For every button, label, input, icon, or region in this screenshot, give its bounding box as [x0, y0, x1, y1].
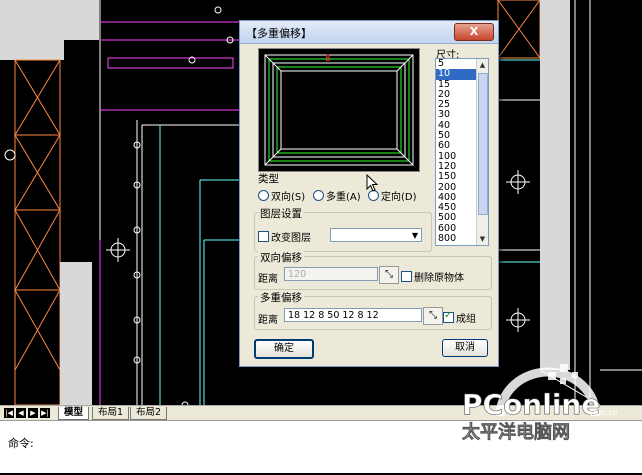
watermark-chinese: 太平洋电脑网 [462, 421, 570, 443]
preview-drawing: 8 [264, 54, 414, 166]
layer-group-label: 图层设置 [258, 206, 304, 221]
watermark-domain: .com.cn [586, 408, 618, 417]
tab-model[interactable]: 模型 [58, 407, 90, 420]
pick-distance-icon[interactable]: ⤡ [379, 266, 399, 284]
dialog-title: 【多重偏移】 [246, 27, 312, 40]
scroll-up-icon[interactable]: ▲ [477, 59, 488, 71]
size-list-scrollbar[interactable]: ▲ ▼ [476, 59, 488, 245]
delete-source-checkbox[interactable]: 删除原物体 [401, 269, 464, 284]
first-tab-icon[interactable]: |◀ [4, 408, 14, 418]
size-items: 5 10 15 20 25 30 40 50 60 100 120 150 200 400 450 500 60… [436, 59, 476, 244]
multi-offset-dialog: 【多重偏移】 X 8 尺寸: 5 10 15 20 25 30 40 50 60 100 120 15… [239, 20, 499, 367]
pick-multi-distance-icon[interactable]: ⤡ [423, 307, 443, 325]
change-layer-checkbox[interactable]: 改变图层 [258, 229, 311, 244]
prev-tab-icon[interactable]: ◀ [16, 408, 26, 418]
last-tab-icon[interactable]: ▶| [40, 408, 50, 418]
bidirectional-group-label: 双向偏移 [258, 250, 304, 265]
bidirectional-distance-label: 距离 [258, 274, 278, 285]
ok-button[interactable]: 确定 [254, 339, 314, 359]
radio-multiple[interactable]: 多重(A) [313, 188, 361, 203]
multi-group-label: 多重偏移 [258, 290, 304, 305]
group-checkbox[interactable]: 成组 [443, 310, 476, 325]
mouse-cursor-icon [366, 174, 378, 192]
scroll-thumb[interactable] [478, 73, 488, 215]
close-button[interactable]: X [454, 23, 494, 41]
pconline-logo: PConline .com.cn 太平洋电脑网 [462, 364, 618, 443]
size-item[interactable]: 800 [436, 233, 476, 244]
watermark-brand: PConline [462, 388, 600, 421]
multi-distance-label: 距离 [258, 315, 278, 326]
size-listbox[interactable]: 5 10 15 20 25 30 40 50 60 100 120 150 200 400 450 500 60… [435, 58, 489, 246]
cancel-button[interactable]: 取消 [442, 339, 488, 357]
pconline-watermark: PConline .com.cn 太平洋电脑网 [440, 358, 642, 472]
command-prompt: 命令: [8, 437, 34, 450]
dialog-titlebar[interactable]: 【多重偏移】 X [240, 21, 498, 44]
svg-text:8: 8 [325, 54, 331, 64]
radio-bidirectional[interactable]: 双向(S) [258, 188, 305, 203]
tab-layout1[interactable]: 布局1 [92, 407, 130, 420]
type-group-label: 类型 [258, 173, 279, 185]
multi-distance-input[interactable]: 18 12 8 50 12 8 12 [284, 308, 422, 322]
bidirectional-distance-input[interactable]: 120 [284, 267, 378, 281]
scroll-down-icon[interactable]: ▼ [477, 233, 488, 245]
layer-dropdown[interactable]: ▼ [330, 228, 422, 242]
tab-layout2[interactable]: 布局2 [130, 407, 168, 420]
next-tab-icon[interactable]: ▶ [28, 408, 38, 418]
chevron-down-icon: ▼ [411, 231, 418, 240]
offset-preview: 8 [258, 48, 420, 172]
